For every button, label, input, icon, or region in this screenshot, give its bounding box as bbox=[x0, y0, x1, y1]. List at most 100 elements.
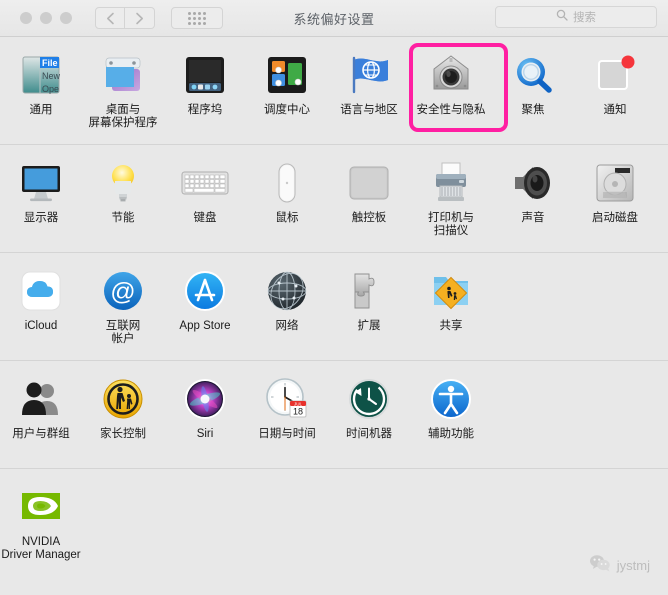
search-field[interactable]: 搜索 bbox=[495, 6, 657, 28]
watermark: jystmj bbox=[589, 554, 650, 577]
pane-internet-accounts[interactable]: @ 互联网 帐户 bbox=[82, 260, 164, 360]
chevron-right-icon bbox=[135, 12, 144, 25]
app-store-icon bbox=[181, 267, 229, 315]
svg-text:18: 18 bbox=[293, 407, 303, 417]
chevron-left-icon bbox=[106, 12, 115, 25]
close-button[interactable] bbox=[20, 12, 32, 24]
pane-users-groups[interactable]: 用户与群组 bbox=[0, 368, 82, 468]
language-region-icon bbox=[345, 51, 393, 99]
pane-spotlight[interactable]: 聚焦 bbox=[492, 44, 574, 144]
displays-icon bbox=[17, 159, 65, 207]
icloud-icon bbox=[17, 267, 65, 315]
pane-label: 安全性与隐私 bbox=[416, 104, 486, 116]
pane-label: 鼠标 bbox=[275, 212, 299, 224]
network-icon bbox=[263, 267, 311, 315]
trackpad-icon bbox=[345, 159, 393, 207]
pane-label: 网络 bbox=[275, 320, 299, 332]
pane-energy-saver[interactable]: 节能 bbox=[82, 152, 164, 252]
pane-sharing[interactable]: 共享 bbox=[410, 260, 492, 360]
extensions-icon bbox=[345, 267, 393, 315]
pane-label: 启动磁盘 bbox=[592, 212, 638, 224]
pane-label: iCloud bbox=[24, 320, 58, 332]
pane-label: 扩展 bbox=[357, 320, 381, 332]
svg-text:@: @ bbox=[110, 278, 135, 306]
time-machine-icon bbox=[345, 375, 393, 423]
keyboard-icon bbox=[181, 159, 229, 207]
mission-control-icon bbox=[263, 51, 311, 99]
pane-label: 声音 bbox=[521, 212, 545, 224]
pane-label: 通知 bbox=[603, 104, 627, 116]
pane-siri[interactable]: Siri bbox=[164, 368, 246, 468]
pane-printers-scanners[interactable]: 打印机与 扫描仪 bbox=[410, 152, 492, 252]
pane-accessibility[interactable]: 辅助功能 bbox=[410, 368, 492, 468]
pane-label: 调度中心 bbox=[264, 104, 310, 116]
pane-mouse[interactable]: 鼠标 bbox=[246, 152, 328, 252]
traffic-lights bbox=[20, 12, 72, 24]
energy-saver-icon bbox=[99, 159, 147, 207]
pane-trackpad[interactable]: 触控板 bbox=[328, 152, 410, 252]
pane-label: 显示器 bbox=[23, 212, 59, 224]
pane-nvidia-driver-manager[interactable]: NVIDIA Driver Manager bbox=[0, 476, 82, 595]
pane-label: 通用 bbox=[29, 104, 53, 116]
pane-extensions[interactable]: 扩展 bbox=[328, 260, 410, 360]
pane-parental-controls[interactable]: 家长控制 bbox=[82, 368, 164, 468]
pane-label: 共享 bbox=[439, 320, 463, 332]
wechat-icon bbox=[589, 554, 611, 577]
pane-displays[interactable]: 显示器 bbox=[0, 152, 82, 252]
pane-row-4: 用户与群组 家长控制 Siri JUL 18 日期与时间 时间机器 辅助功能 bbox=[0, 361, 668, 469]
pane-desktop-screensaver[interactable]: 桌面与 屏幕保护程序 bbox=[82, 44, 164, 144]
minimize-button[interactable] bbox=[40, 12, 52, 24]
svg-text:New: New bbox=[42, 71, 61, 81]
pane-label: NVIDIA Driver Manager bbox=[1, 536, 81, 561]
users-groups-icon bbox=[17, 375, 65, 423]
pane-security-privacy[interactable]: 安全性与隐私 bbox=[410, 44, 492, 144]
navigation-buttons bbox=[95, 7, 155, 29]
grid-dots-icon bbox=[188, 11, 206, 25]
pane-icloud[interactable]: iCloud bbox=[0, 260, 82, 360]
show-all-button[interactable] bbox=[171, 7, 223, 29]
pane-row-1: File New Ope 通用 桌面与 屏幕保护程序 程序坞 调度中心 语言与地… bbox=[0, 37, 668, 145]
printers-scanners-icon bbox=[427, 159, 475, 207]
pane-network[interactable]: 网络 bbox=[246, 260, 328, 360]
pane-label: 触控板 bbox=[351, 212, 387, 224]
forward-button[interactable] bbox=[125, 7, 155, 29]
date-time-icon: JUL 18 bbox=[263, 375, 311, 423]
pane-label: 家长控制 bbox=[100, 428, 146, 440]
preference-pane-grid: File New Ope 通用 桌面与 屏幕保护程序 程序坞 调度中心 语言与地… bbox=[0, 37, 668, 595]
pane-label: 辅助功能 bbox=[428, 428, 474, 440]
pane-language-region[interactable]: 语言与地区 bbox=[328, 44, 410, 144]
pane-app-store[interactable]: App Store bbox=[164, 260, 246, 360]
dock-icon bbox=[181, 51, 229, 99]
svg-text:File: File bbox=[42, 58, 58, 68]
back-button[interactable] bbox=[95, 7, 125, 29]
pane-time-machine[interactable]: 时间机器 bbox=[328, 368, 410, 468]
pane-dock[interactable]: 程序坞 bbox=[164, 44, 246, 144]
pane-label: 互联网 帐户 bbox=[105, 320, 141, 345]
pane-general[interactable]: File New Ope 通用 bbox=[0, 44, 82, 144]
pane-label: 程序坞 bbox=[187, 104, 223, 116]
pane-keyboard[interactable]: 键盘 bbox=[164, 152, 246, 252]
zoom-button[interactable] bbox=[60, 12, 72, 24]
pane-mission-control[interactable]: 调度中心 bbox=[246, 44, 328, 144]
pane-date-time[interactable]: JUL 18 日期与时间 bbox=[246, 368, 328, 468]
mouse-icon bbox=[263, 159, 311, 207]
startup-disk-icon bbox=[591, 159, 639, 207]
spotlight-icon bbox=[509, 51, 557, 99]
pane-notifications[interactable]: 通知 bbox=[574, 44, 656, 144]
search-placeholder: 搜索 bbox=[573, 12, 596, 24]
pane-startup-disk[interactable]: 启动磁盘 bbox=[574, 152, 656, 252]
siri-icon bbox=[181, 375, 229, 423]
accessibility-icon bbox=[427, 375, 475, 423]
pane-row-3: iCloud @ 互联网 帐户 App Store 网络 扩展 共享 bbox=[0, 253, 668, 361]
pane-row-5: NVIDIA Driver Manager bbox=[0, 469, 668, 595]
security-privacy-icon bbox=[427, 51, 475, 99]
sound-icon bbox=[509, 159, 557, 207]
pane-sound[interactable]: 声音 bbox=[492, 152, 574, 252]
sharing-icon bbox=[427, 267, 475, 315]
internet-accounts-icon: @ bbox=[99, 267, 147, 315]
parental-controls-icon bbox=[99, 375, 147, 423]
pane-label: 时间机器 bbox=[346, 428, 392, 440]
nvidia-driver-manager-icon bbox=[17, 483, 65, 531]
pane-label: 桌面与 屏幕保护程序 bbox=[88, 104, 158, 129]
pane-label: 日期与时间 bbox=[258, 428, 316, 440]
